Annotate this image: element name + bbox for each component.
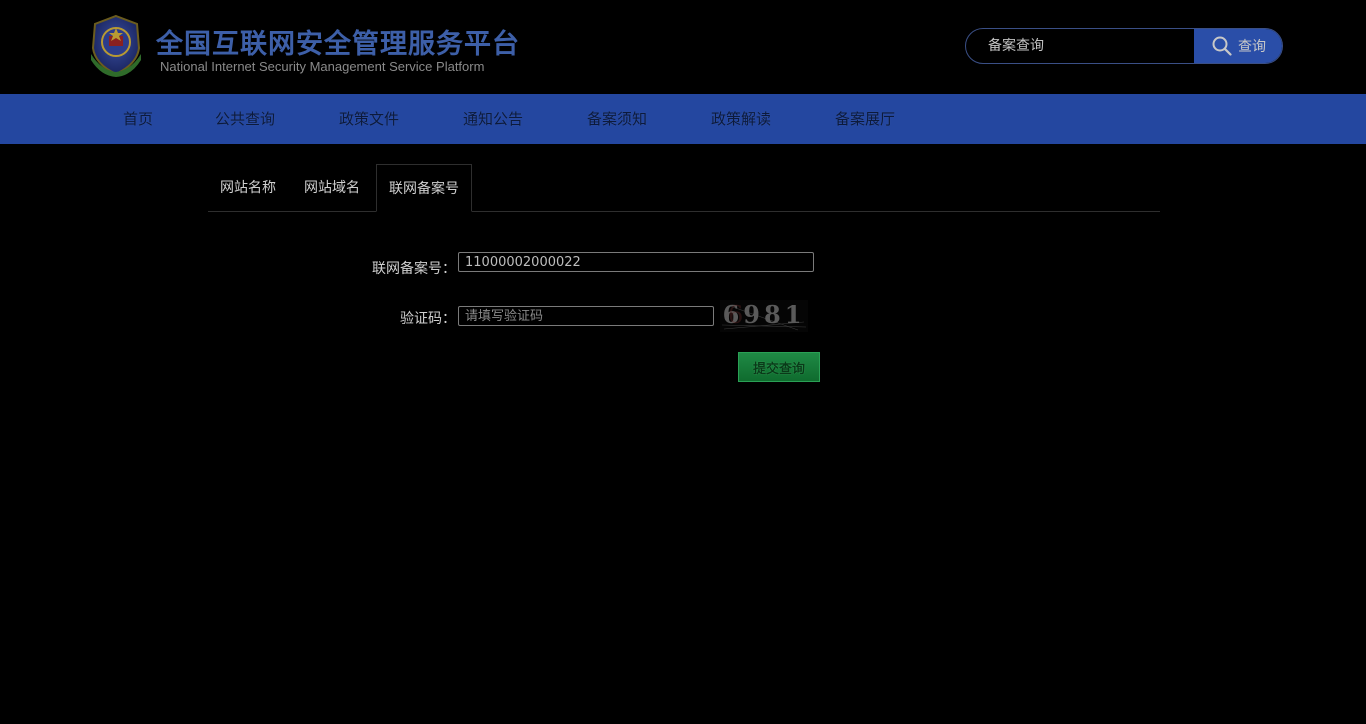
search-icon bbox=[1212, 36, 1232, 56]
record-number-input[interactable] bbox=[458, 252, 814, 272]
query-tabs: 网站名称 网站域名 联网备案号 bbox=[208, 164, 1160, 212]
main-nav: 首页 公共查询 政策文件 通知公告 备案须知 政策解读 备案展厅 bbox=[0, 94, 1366, 144]
nav-item-notices[interactable]: 通知公告 bbox=[463, 94, 523, 144]
nav-item-policy-docs[interactable]: 政策文件 bbox=[339, 94, 399, 144]
search-button-label: 查询 bbox=[1238, 39, 1266, 55]
police-emblem-icon bbox=[91, 14, 141, 77]
nav-item-filing-hall[interactable]: 备案展厅 bbox=[835, 94, 895, 144]
submit-query-button[interactable]: 提交查询 bbox=[738, 352, 820, 382]
search-button[interactable]: 查询 bbox=[1194, 29, 1282, 63]
captcha-label: 验证码： bbox=[400, 311, 456, 327]
nav-item-home[interactable]: 首页 bbox=[123, 94, 153, 144]
site-title: 全国互联网安全管理服务平台 bbox=[156, 29, 520, 60]
tab-site-domain[interactable]: 网站域名 bbox=[292, 164, 372, 212]
captcha-image[interactable]: 6981 6 bbox=[720, 300, 808, 332]
header-search: 查询 bbox=[965, 28, 1283, 64]
captcha-input[interactable] bbox=[458, 306, 714, 326]
header: 全国互联网安全管理服务平台 National Internet Security… bbox=[0, 0, 1366, 94]
record-number-label: 联网备案号： bbox=[372, 261, 456, 277]
nav-item-public-query[interactable]: 公共查询 bbox=[215, 94, 275, 144]
svg-text:6: 6 bbox=[728, 301, 743, 329]
site-subtitle: National Internet Security Management Se… bbox=[160, 59, 485, 74]
search-input[interactable] bbox=[966, 29, 1194, 63]
nav-item-policy-interpretation[interactable]: 政策解读 bbox=[711, 94, 771, 144]
tab-site-name[interactable]: 网站名称 bbox=[208, 164, 288, 212]
nav-item-filing-guide[interactable]: 备案须知 bbox=[587, 94, 647, 144]
tab-record-number[interactable]: 联网备案号 bbox=[376, 164, 472, 212]
